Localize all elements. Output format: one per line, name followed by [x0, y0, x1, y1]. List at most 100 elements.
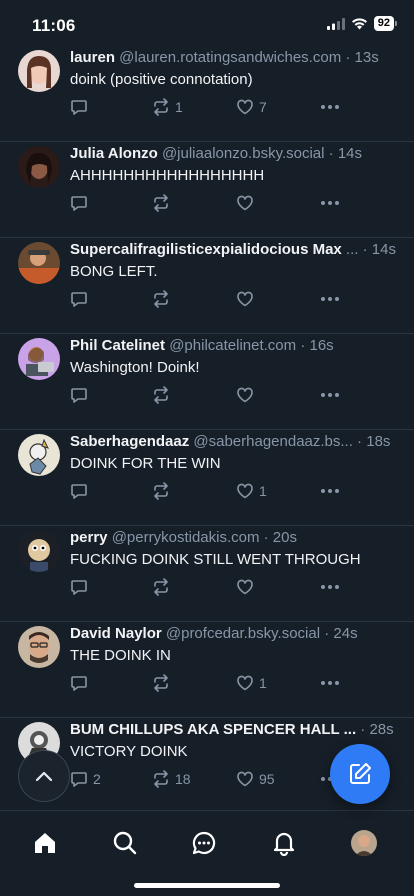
repost-button[interactable] [152, 288, 175, 310]
author-handle[interactable]: @saberhagendaaz.bs... [189, 433, 353, 450]
reply-button[interactable] [70, 384, 88, 406]
post[interactable]: Phil Catelinet @philcatelinet.com · 16s … [0, 334, 414, 430]
author-name[interactable]: Saberhagendaaz [70, 433, 189, 450]
reply-icon [71, 484, 87, 499]
post-header: lauren @lauren.rotatingsandwiches.com · … [70, 48, 398, 68]
repost-count: 18 [175, 771, 191, 787]
author-handle[interactable]: @lauren.rotatingsandwiches.com [115, 49, 341, 66]
more-button[interactable] [320, 96, 340, 118]
author-handle[interactable]: @perrykostidakis.com [108, 529, 260, 546]
repost-icon [154, 578, 168, 596]
reply-icon [71, 388, 87, 403]
heart-icon [237, 675, 253, 691]
reply-icon [71, 292, 87, 307]
avatar[interactable] [18, 530, 60, 572]
compose-button[interactable] [330, 744, 390, 804]
more-button[interactable] [320, 192, 340, 214]
profile-avatar [351, 830, 377, 856]
more-button[interactable] [320, 672, 340, 694]
post[interactable]: Julia Alonzo @juliaalonzo.bsky.social · … [0, 142, 414, 238]
chevron-up-icon [35, 771, 53, 782]
avatar[interactable] [18, 338, 60, 380]
reply-button[interactable] [70, 96, 88, 118]
like-count: 1 [259, 675, 267, 691]
tab-notifications[interactable] [270, 829, 298, 857]
more-button[interactable] [320, 480, 340, 502]
repost-button[interactable] [152, 480, 175, 502]
repost-button[interactable]: 1 [152, 96, 183, 118]
author-name[interactable]: perry [70, 529, 108, 546]
author-name[interactable]: Phil Catelinet [70, 337, 165, 354]
author-name[interactable]: David Naylor [70, 625, 162, 642]
author-handle[interactable]: @profcedar.bsky.social [162, 625, 320, 642]
reply-button[interactable] [70, 192, 88, 214]
more-button[interactable] [320, 288, 340, 310]
repost-button[interactable] [152, 384, 175, 406]
more-button[interactable] [320, 384, 340, 406]
repost-button[interactable] [152, 576, 175, 598]
like-button[interactable] [236, 192, 259, 214]
post-actions: 1 [70, 480, 350, 502]
post-header: David Naylor @profcedar.bsky.social · 24… [70, 624, 398, 644]
avatar[interactable] [18, 434, 60, 476]
post[interactable]: lauren @lauren.rotatingsandwiches.com · … [0, 46, 414, 142]
scroll-to-top-button[interactable] [18, 750, 70, 802]
avatar[interactable] [18, 50, 60, 92]
reply-button[interactable] [70, 480, 88, 502]
more-icon [321, 393, 339, 397]
post-header: Julia Alonzo @juliaalonzo.bsky.social · … [70, 144, 398, 164]
avatar[interactable] [18, 146, 60, 188]
like-button[interactable] [236, 576, 259, 598]
battery-indicator: 92 [373, 16, 398, 31]
like-button[interactable]: 95 [236, 768, 275, 790]
post-text: FUCKING DOINK STILL WENT THROUGH [70, 551, 361, 568]
repost-icon [154, 290, 168, 308]
repost-button[interactable] [152, 192, 175, 214]
like-button[interactable]: 7 [236, 96, 267, 118]
heart-icon [237, 387, 253, 403]
bottom-tab-bar [0, 810, 414, 896]
post[interactable]: David Naylor @profcedar.bsky.social · 24… [0, 622, 414, 718]
reply-icon [71, 772, 87, 787]
more-button[interactable] [320, 576, 340, 598]
tab-search[interactable] [111, 829, 139, 857]
post-actions [70, 192, 350, 214]
post-header: Saberhagendaaz @saberhagendaaz.bs... · 1… [70, 432, 398, 452]
tab-home[interactable] [31, 829, 59, 857]
like-button[interactable]: 1 [236, 672, 267, 694]
like-button[interactable] [236, 288, 259, 310]
avatar[interactable] [18, 626, 60, 668]
reply-button[interactable]: 2 [70, 768, 101, 790]
author-name[interactable]: BUM CHILLUPS AKA SPENCER HALL ... [70, 721, 356, 738]
reply-count: 2 [93, 771, 101, 787]
post-time: · 16s [296, 337, 334, 354]
post[interactable]: Supercalifragilisticexpialidocious Max .… [0, 238, 414, 334]
avatar[interactable] [18, 242, 60, 284]
like-button[interactable]: 1 [236, 480, 267, 502]
post[interactable]: Saberhagendaaz @saberhagendaaz.bs... · 1… [0, 430, 414, 526]
post[interactable]: perry @perrykostidakis.com · 20s FUCKING… [0, 526, 414, 622]
repost-icon [154, 482, 168, 500]
like-button[interactable] [236, 384, 259, 406]
reply-button[interactable] [70, 288, 88, 310]
home-indicator[interactable] [134, 883, 280, 888]
author-handle[interactable]: ... [342, 241, 359, 258]
tab-chat[interactable] [190, 829, 218, 857]
status-time: 11:06 [32, 16, 76, 35]
tab-profile[interactable] [350, 829, 378, 857]
repost-button[interactable]: 18 [152, 768, 191, 790]
author-name[interactable]: Supercalifragilisticexpialidocious Max [70, 241, 342, 258]
author-name[interactable]: Julia Alonzo [70, 145, 158, 162]
author-handle[interactable]: @juliaalonzo.bsky.social [158, 145, 325, 162]
reply-button[interactable] [70, 672, 88, 694]
post-header: Phil Catelinet @philcatelinet.com · 16s [70, 336, 398, 356]
author-handle[interactable]: @philcatelinet.com [165, 337, 296, 354]
more-icon [321, 681, 339, 685]
reply-button[interactable] [70, 576, 88, 598]
post-time: · 20s [259, 529, 297, 546]
repost-button[interactable] [152, 672, 175, 694]
repost-icon [154, 674, 168, 692]
post-text: AHHHHHHHHHHHHHHHHH [70, 167, 265, 184]
reply-icon [71, 676, 87, 691]
author-name[interactable]: lauren [70, 49, 115, 66]
